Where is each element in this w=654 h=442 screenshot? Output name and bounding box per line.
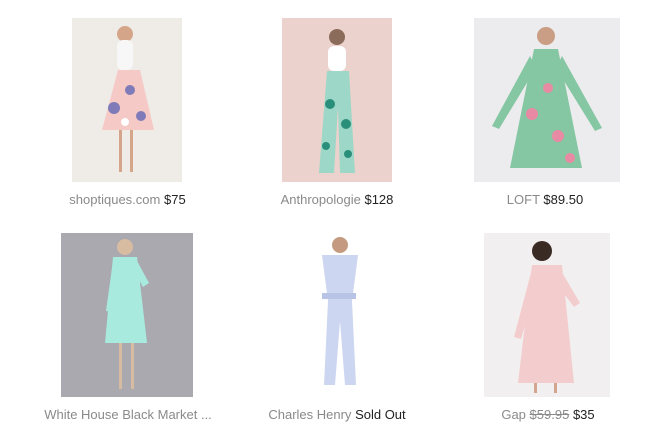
product-image[interactable] — [72, 18, 182, 182]
store-name[interactable]: Gap — [501, 407, 526, 422]
product-caption[interactable]: Anthropologie $128 — [258, 191, 416, 209]
product-caption[interactable]: White House Black Market ... — [32, 406, 224, 424]
product-image[interactable] — [282, 233, 392, 397]
price: $128 — [364, 192, 394, 207]
product-image[interactable] — [484, 233, 610, 397]
product-caption[interactable]: Gap $59.95 $35 — [490, 406, 606, 424]
price: $75 — [163, 192, 186, 207]
store-name[interactable]: Anthropologie — [281, 192, 361, 207]
product-image[interactable] — [474, 18, 620, 182]
store-name[interactable]: Charles Henry — [268, 407, 351, 422]
store-name[interactable]: White House Black Market ... — [44, 407, 212, 422]
product-caption[interactable]: LOFT $89.50 — [482, 191, 608, 209]
store-name[interactable]: shoptiques.com — [69, 192, 160, 207]
product-caption[interactable]: shoptiques.com $75 — [55, 191, 200, 209]
price: Sold Out — [355, 407, 406, 422]
product-image[interactable] — [61, 233, 193, 397]
original-price: $59.95 — [529, 407, 570, 422]
product-image[interactable] — [282, 18, 392, 182]
product-caption[interactable]: Charles Henry Sold Out — [258, 406, 416, 424]
sale-price: $35 — [572, 407, 595, 422]
price: $89.50 — [543, 192, 584, 207]
store-name[interactable]: LOFT — [507, 192, 540, 207]
